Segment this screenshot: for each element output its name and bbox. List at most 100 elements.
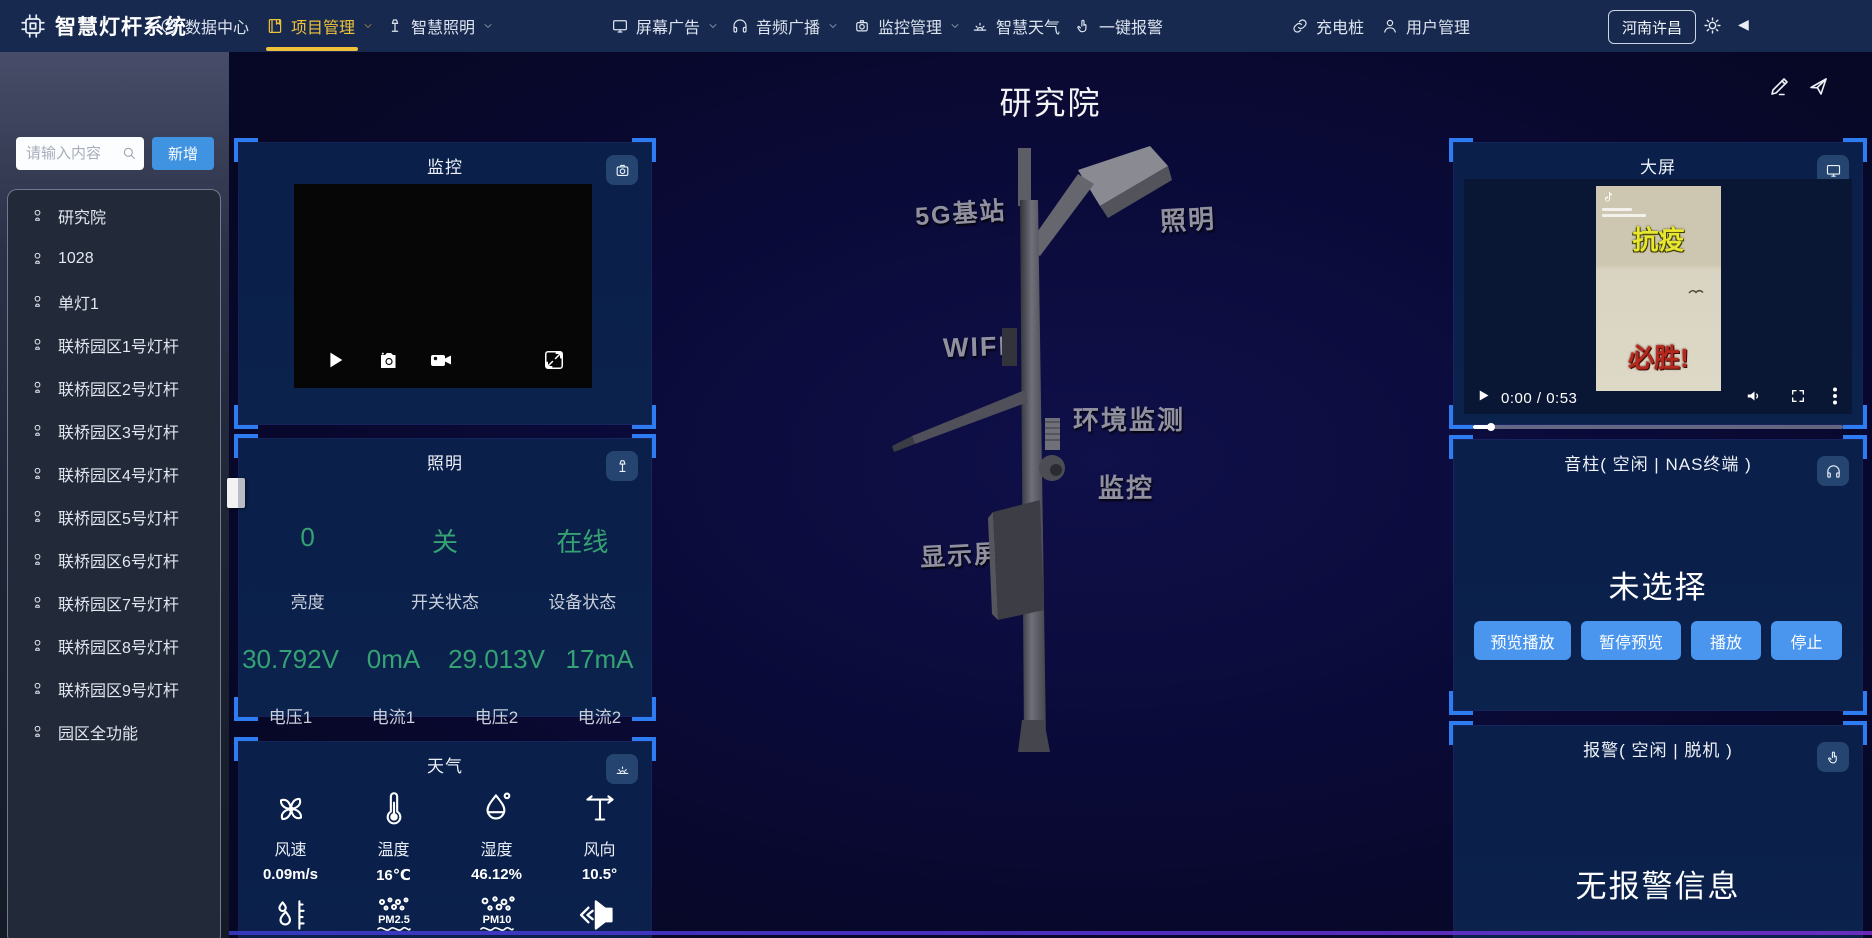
navigate-send-icon[interactable] — [1806, 74, 1830, 98]
nav-item-project-mgmt[interactable]: 项目管理 — [266, 0, 374, 52]
sidebar-item[interactable]: 单灯1 — [8, 280, 220, 323]
chevron-down-icon — [827, 20, 839, 32]
svg-text:PM2.5: PM2.5 — [378, 914, 410, 926]
nav-item-one-key-alarm[interactable]: 一键报警 — [1074, 0, 1163, 52]
sidebar-collapse-handle[interactable] — [227, 478, 245, 508]
monitor-card-title: 监控 — [239, 143, 651, 178]
video-thumbnail: 抗疫 必胜! — [1596, 186, 1721, 391]
video-player[interactable]: 抗疫 必胜! 0:00 / 0:53 — [1464, 179, 1852, 414]
sidebar-item[interactable]: 联桥园区3号灯杆 — [8, 409, 220, 452]
person-pin-icon — [30, 552, 45, 567]
player-fullscreen-button[interactable] — [1790, 388, 1806, 409]
sidebar-item-label: 联桥园区2号灯杆 — [58, 376, 179, 400]
weather-metric-humidity: 湿度 46.12% — [445, 788, 548, 884]
metric-value: 0.09m/s — [263, 866, 318, 883]
lamp-pole-graphic — [880, 140, 1260, 760]
player-controls: 0:00 / 0:53 — [1464, 385, 1852, 411]
person-pin-icon — [30, 509, 45, 524]
droplet-icon — [476, 788, 518, 830]
metric-label: 风向 — [583, 836, 615, 860]
rain-gauge-icon — [239, 894, 342, 936]
sidebar-item[interactable]: 1028 — [8, 237, 220, 280]
metric-value: 46.12% — [471, 866, 522, 883]
voltage2-label: 电压2 — [445, 703, 548, 728]
nav-item-smart-weather[interactable]: 智慧天气 — [971, 0, 1060, 52]
sidebar-item-label: 1028 — [58, 250, 94, 268]
active-nav-underline — [266, 47, 358, 51]
wind-vane-icon — [579, 788, 621, 830]
corner-bracket — [1449, 138, 1473, 162]
nav-item-charging-pile[interactable]: 充电桩 — [1291, 0, 1364, 52]
hand-point-icon — [1825, 749, 1842, 766]
nav-item-monitoring-mgmt[interactable]: 监控管理 — [853, 0, 961, 52]
region-button[interactable]: 河南许昌 — [1608, 10, 1696, 44]
search-icon — [121, 145, 137, 161]
lighting-reading-labels: 电压1 电流1 电压2 电流2 — [239, 703, 651, 728]
alarm-hand-button[interactable] — [1817, 742, 1849, 772]
sidebar-item[interactable]: 联桥园区1号灯杆 — [8, 323, 220, 366]
corner-bracket — [632, 697, 656, 721]
nav-item-screen-ads[interactable]: 屏幕广告 — [611, 0, 719, 52]
collapse-arrow-button[interactable]: ◀ — [1738, 16, 1749, 33]
metric-label: 温度 — [377, 836, 409, 860]
chevron-down-icon — [949, 20, 961, 32]
sidebar-item[interactable]: 联桥园区9号灯杆 — [8, 667, 220, 710]
corner-bracket — [234, 737, 258, 761]
stop-button[interactable]: 停止 — [1771, 621, 1842, 660]
gauge-icon — [160, 17, 178, 35]
player-menu-button[interactable] — [1832, 387, 1838, 410]
player-progress-bar[interactable] — [1473, 425, 1843, 429]
preview-play-button[interactable]: 预览播放 — [1474, 621, 1571, 660]
bottom-accent-line — [229, 931, 1872, 935]
person-pin-icon — [30, 251, 45, 266]
sidebar-item[interactable]: 联桥园区8号灯杆 — [8, 624, 220, 667]
audio-status-text: 未选择 — [1454, 562, 1862, 607]
sidebar-item[interactable]: 研究院 — [8, 194, 220, 237]
nav-item-audio-broadcast[interactable]: 音频广播 — [731, 0, 839, 52]
monitor-camera-button[interactable] — [606, 155, 638, 185]
corner-bracket — [1449, 721, 1473, 745]
cctv-video-area[interactable] — [294, 184, 592, 388]
player-volume-button[interactable] — [1744, 387, 1762, 410]
sidebar-item[interactable]: 联桥园区7号灯杆 — [8, 581, 220, 624]
sidebar-item-label: 联桥园区6号灯杆 — [58, 548, 179, 572]
headphones-icon — [731, 17, 749, 35]
sidebar-item-label: 联桥园区7号灯杆 — [58, 591, 179, 615]
player-progress-knob[interactable] — [1487, 423, 1495, 431]
nav-item-data-center[interactable]: 数据中心 — [160, 0, 249, 52]
sidebar-item[interactable]: 联桥园区4号灯杆 — [8, 452, 220, 495]
pm25-icon: PM2.5 — [342, 894, 445, 936]
nav-item-smart-lighting[interactable]: 智慧照明 — [386, 0, 494, 52]
sidebar-item[interactable]: 联桥园区6号灯杆 — [8, 538, 220, 581]
record-video-icon[interactable] — [428, 347, 454, 378]
weather-sunrise-button[interactable] — [606, 754, 638, 784]
corner-bracket — [234, 405, 258, 429]
current1-value: 0mA — [342, 644, 445, 675]
nav-item-user-mgmt[interactable]: 用户管理 — [1381, 0, 1470, 52]
audio-headphone-button[interactable] — [1817, 456, 1849, 486]
nav-item-label: 智慧照明 — [411, 14, 475, 38]
sidebar-item-label: 联桥园区4号灯杆 — [58, 462, 179, 486]
expand-icon[interactable] — [542, 348, 566, 377]
nav-item-label: 屏幕广告 — [636, 14, 700, 38]
edit-pencil-icon[interactable] — [1768, 74, 1792, 98]
sidebar-item[interactable]: 联桥园区2号灯杆 — [8, 366, 220, 409]
noise-speaker-icon — [548, 894, 651, 936]
street-lamp-icon — [386, 17, 404, 35]
corner-bracket — [1843, 691, 1867, 715]
audio-column-card: 音柱( 空闲 | NAS终端 ) 未选择 预览播放 暂停预览 播放 停止 — [1454, 440, 1862, 710]
player-play-button[interactable] — [1476, 388, 1491, 408]
lighting-lamp-button[interactable] — [606, 451, 638, 481]
play-icon[interactable] — [324, 349, 346, 376]
play-button[interactable]: 播放 — [1691, 621, 1761, 660]
pause-preview-button[interactable]: 暂停预览 — [1581, 621, 1681, 660]
corner-bracket — [1843, 721, 1867, 745]
sidebar-item[interactable]: 联桥园区5号灯杆 — [8, 495, 220, 538]
snapshot-camera-icon[interactable] — [376, 348, 400, 377]
switch-state-label: 开关状态 — [376, 588, 513, 613]
settings-button[interactable] — [1702, 15, 1723, 41]
device-sidebar: 新增 研究院 1028 单灯1 联桥园区1号灯杆 联桥园区2号灯杆 联桥园区3号… — [0, 52, 229, 938]
sidebar-item[interactable]: 园区全功能 — [8, 710, 220, 753]
add-button[interactable]: 新增 — [152, 137, 214, 170]
person-pin-icon — [30, 681, 45, 696]
